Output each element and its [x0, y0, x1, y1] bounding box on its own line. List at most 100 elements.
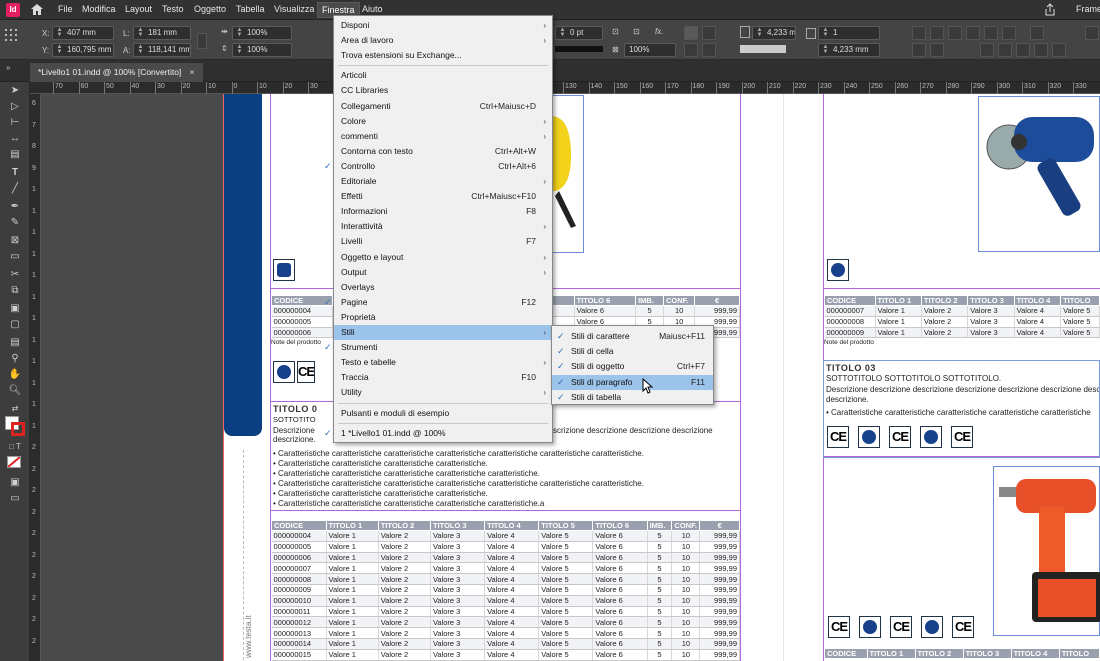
spinner-icon[interactable]: ▲ ▼ [55, 27, 64, 38]
menu-item[interactable]: Articoli [334, 68, 552, 83]
table-row[interactable]: 000000015 Valore 1 Valore 2 Valore 3 Valore … [271, 649, 740, 661]
auto-fit-button[interactable] [1030, 26, 1044, 40]
opacity-field[interactable]: 100% [624, 43, 676, 57]
table-row[interactable]: 000000013 Valore 1 Valore 2 Valore 3 Valore … [271, 627, 740, 639]
menu-item[interactable]: Output › [334, 265, 552, 280]
horizontal-ruler[interactable]: 7060504030201001020304050607080901001101… [30, 82, 1100, 94]
menu-item[interactable]: Editoriale › [334, 174, 552, 189]
stroke-color-swatch[interactable] [11, 422, 25, 436]
inset-bottom-field[interactable]: ▲ ▼ 4,233 mm [818, 43, 880, 57]
menu-aiuto[interactable]: Aiuto [362, 4, 383, 14]
text-wrap-button[interactable] [966, 26, 980, 40]
fill-swatch[interactable] [740, 45, 786, 53]
align-left-edges-button[interactable] [912, 43, 926, 57]
preview-mode-icon[interactable]: ▭ [7, 492, 23, 506]
stroke-type-swatch[interactable] [555, 46, 603, 52]
submenu-item[interactable]: ✓ Stili di tabella [552, 390, 713, 405]
stroke-weight-field[interactable]: ▲ ▼ 0 pt [555, 26, 603, 40]
product-table-right-bottom[interactable]: CODICE TITOLO 1 TITOLO 2 TITOLO 3 TITOLO 4 TI… [824, 648, 1100, 659]
spinner-icon[interactable]: ▲ ▼ [821, 44, 830, 55]
direct-selection-tool-icon[interactable]: ▷ [7, 100, 23, 114]
menu-item[interactable]: Oggetto e layout › [334, 250, 552, 265]
vertical-justify-button[interactable] [948, 26, 962, 40]
gradient-tool-icon[interactable]: ▣ [7, 302, 23, 316]
eyedropper-tool-icon[interactable]: ⚲ [7, 352, 23, 366]
page-tool-icon[interactable]: ⊢ [7, 116, 23, 130]
ce-mark[interactable]: CE [890, 616, 912, 638]
menu-file[interactable]: File [58, 4, 73, 14]
menu-item[interactable]: Disponi › [334, 18, 552, 33]
menu-item[interactable]: Colore › [334, 114, 552, 129]
tuv-badge[interactable] [273, 361, 295, 383]
spinner-icon[interactable]: ▲ ▼ [136, 44, 145, 55]
vertical-ruler[interactable]: 6 7 8 9 1 1 1 1 1 1 1 1 1 1 1 1 2 2 2 2 2 2 2 2 2 2 [30, 94, 41, 661]
image-frame[interactable] [978, 96, 1100, 252]
table-row[interactable]: 000000007 Valore 1 Valore 2 Valore 3 Valore … [824, 305, 1100, 317]
selection-tool-icon[interactable]: ➤ [7, 84, 23, 98]
align-top-button[interactable] [684, 26, 698, 40]
gap-tool-icon[interactable]: ↔ [7, 132, 23, 146]
panel-menu-icon[interactable] [1085, 26, 1099, 40]
align-h-centers-button[interactable] [930, 43, 944, 57]
align-center-button[interactable] [702, 26, 716, 40]
menu-item[interactable]: Proprietà [334, 310, 552, 325]
constrain-proportions-icon[interactable] [197, 33, 207, 49]
submenu-item[interactable]: ✓ Stili di carattere Maiusc+F11 [552, 329, 713, 344]
spinner-icon[interactable]: ▲ ▼ [235, 44, 244, 55]
home-icon[interactable] [30, 3, 44, 16]
table-row[interactable]: 000000011 Valore 1 Valore 2 Valore 3 Valore … [271, 606, 740, 618]
table-row[interactable]: 000000007 Valore 1 Valore 2 Valore 3 Valore … [271, 562, 740, 575]
submenu-item[interactable]: ✓ Stili di oggetto Ctrl+F7 [552, 359, 713, 374]
spinner-icon[interactable]: ▲ ▼ [235, 27, 244, 38]
justify-button[interactable] [702, 43, 716, 57]
table-row[interactable]: 000000008 Valore 1 Valore 2 Valore 3 Valore … [271, 573, 740, 585]
text-wrap-around-button[interactable] [984, 26, 998, 40]
scale-x-field[interactable]: ▲ ▼ 100% [232, 26, 292, 40]
menu-testo[interactable]: Testo [162, 4, 184, 14]
spinner-icon[interactable]: ▲ ▼ [136, 27, 145, 38]
spinner-icon[interactable]: ▲ ▼ [755, 27, 764, 38]
menu-item[interactable]: ✓ Pagine F12 [324, 295, 552, 310]
table-row[interactable]: 000000014 Valore 1 Valore 2 Valore 3 Valore … [271, 638, 740, 650]
tuv-badge[interactable] [920, 426, 942, 448]
hand-tool-icon[interactable]: ✋ [7, 368, 23, 382]
collapse-panel-icon[interactable]: » [6, 63, 10, 72]
y-field[interactable]: ▲ ▼ 160,795 mm [52, 43, 114, 57]
menu-item[interactable]: commenti › [334, 129, 552, 144]
height-field[interactable]: ▲ ▼ 118,141 mm [133, 43, 191, 57]
submenu-item[interactable]: ✓ Stili di paragrafo F11 [552, 374, 713, 390]
rectangle-frame-tool-icon[interactable]: ⊠ [7, 234, 23, 248]
swap-colors-icon[interactable]: ⇄ [7, 402, 23, 416]
rectangle-tool-icon[interactable]: ▭ [7, 250, 23, 264]
menu-item[interactable]: Traccia F10 [334, 370, 552, 385]
image-frame[interactable] [993, 466, 1100, 636]
menu-item[interactable]: Area di lavoro › [334, 33, 552, 48]
menu-item[interactable]: Stili › [334, 325, 552, 340]
columns-field[interactable]: ▲ ▼ 1 [818, 26, 880, 40]
inset-top-field[interactable]: ▲▼4,233 mm [752, 26, 796, 40]
table-row[interactable]: 000000012 Valore 1 Valore 2 Valore 3 Valore … [271, 616, 740, 629]
distribute-vertical-button[interactable] [1052, 43, 1066, 57]
ce-mark[interactable]: CE [951, 426, 973, 448]
menu-item[interactable]: CC Libraries [334, 83, 552, 98]
menu-item[interactable]: Contorna con testo Ctrl+Alt+W [334, 144, 552, 159]
table-row[interactable]: 000000006 Valore 1 Valore 2 Valore 3 Valore … [271, 552, 740, 564]
fx-icon[interactable]: fx. [655, 27, 663, 36]
formatting-container-icon[interactable]: □ T [7, 440, 23, 454]
menu-modifica[interactable]: Modifica [82, 4, 116, 14]
menu-item[interactable]: Trova estensioni su Exchange... [334, 48, 552, 63]
distribute-right-button[interactable] [1016, 43, 1030, 57]
menu-item[interactable]: Overlays [334, 280, 552, 295]
menu-item[interactable]: ✓ Controllo Ctrl+Alt+6 [324, 159, 552, 174]
corner-options-icon[interactable]: ⊡ [633, 27, 640, 36]
table-row[interactable]: 000000004 Valore 1 Valore 2 Valore 3 Valore … [271, 530, 740, 542]
menu-tabella[interactable]: Tabella [236, 4, 265, 14]
split-columns-button[interactable] [930, 26, 944, 40]
corner-icon[interactable]: ⊡ [612, 27, 619, 36]
menu-item[interactable]: Utility › [334, 385, 552, 400]
product-table-right-top[interactable]: CODICE TITOLO 1 TITOLO 2 TITOLO 3 TITOLO 4 TI… [824, 295, 1100, 339]
tuv-badge[interactable] [827, 259, 849, 281]
ce-mark[interactable]: CE [828, 616, 850, 638]
tuv-badge[interactable] [858, 426, 880, 448]
gradient-feather-tool-icon[interactable]: ▢ [7, 318, 23, 332]
